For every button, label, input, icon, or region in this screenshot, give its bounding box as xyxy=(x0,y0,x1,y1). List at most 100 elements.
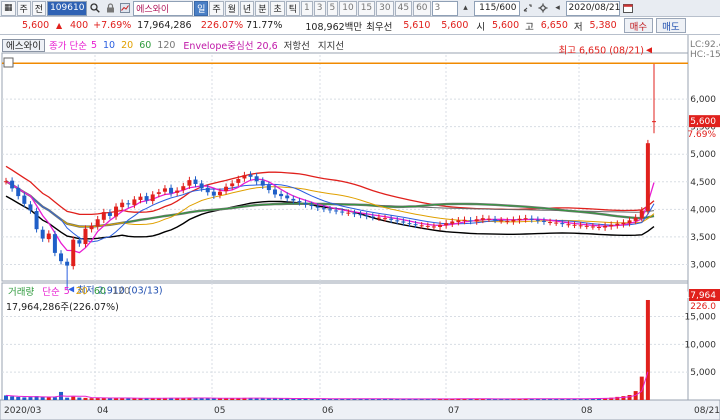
date-field[interactable]: 2020/08/21 xyxy=(565,0,620,16)
candle-body xyxy=(285,195,290,199)
price-legend: 에스와이 종가 단순 5 10 20 60 120 Envelope중심선 20… xyxy=(2,38,344,52)
volume-bar xyxy=(16,396,21,400)
volume-bar xyxy=(627,394,632,400)
trade-amount: 108,962백만 xyxy=(305,21,363,33)
candle-body xyxy=(59,253,64,262)
sell-button[interactable]: 매도 xyxy=(656,18,686,33)
candle-body xyxy=(383,218,388,220)
vol-ma120-legend[interactable]: 120 xyxy=(112,286,130,297)
calendar-icon[interactable] xyxy=(621,1,635,16)
interval-45[interactable]: 45 xyxy=(394,0,413,16)
ma10-legend[interactable]: 10 xyxy=(103,40,115,51)
interval-input[interactable]: 3 xyxy=(431,0,458,16)
count-display[interactable]: 115/600 xyxy=(473,0,520,16)
interval-spin-icon[interactable]: ▴ xyxy=(459,1,473,16)
candle-body xyxy=(248,174,253,177)
candle-body xyxy=(321,208,326,210)
stock-chart-window: ▦ 주 전 109610 에스와이 일 주 월 년 분 초 틱 1 3 5 10… xyxy=(0,0,720,420)
candle-body xyxy=(162,188,167,192)
candle-body xyxy=(548,222,553,224)
price-change: 400 xyxy=(70,20,89,31)
tab-minute[interactable]: 분 xyxy=(255,0,270,16)
interval-3[interactable]: 3 xyxy=(313,0,326,16)
time-tick-label: 07 xyxy=(448,406,459,416)
volume-bar xyxy=(4,395,8,400)
resistance-legend[interactable]: 저항선 xyxy=(284,38,310,52)
candle-body xyxy=(480,218,485,220)
ma-label[interactable]: 종가 단순 xyxy=(49,38,87,52)
candle-body xyxy=(132,199,137,205)
candle-body xyxy=(389,218,394,220)
scroll-left-icon[interactable]: ◂ xyxy=(551,1,565,16)
candle-body xyxy=(621,222,626,225)
candle-body xyxy=(193,179,198,184)
volume-tick-label: 5,000 xyxy=(690,368,716,378)
chart-area[interactable]: 6,000 5,500 5,000 4,500 4,000 3,500 3,000 15,00… xyxy=(0,35,720,420)
ma120-legend[interactable]: 120 xyxy=(157,40,175,51)
candle-body xyxy=(144,196,149,201)
interval-15[interactable]: 15 xyxy=(357,0,376,16)
settings-icon[interactable] xyxy=(536,1,550,16)
candle-body xyxy=(126,203,131,205)
open-price: 5,600 xyxy=(491,20,520,31)
tab-day[interactable]: 일 xyxy=(194,0,209,16)
volume-legend: 거래량 단순 5 20 60 120 17,964,286주(226.07%) xyxy=(6,284,130,314)
time-tick-label: 06 xyxy=(322,406,334,416)
candle-body xyxy=(52,234,57,253)
candle-body xyxy=(535,219,540,221)
envelope-legend[interactable]: Envelope중심선 20,6 xyxy=(183,38,277,52)
tab-week[interactable]: 주 xyxy=(209,0,224,16)
candle-body xyxy=(40,229,45,239)
price-tick-label: 3,000 xyxy=(690,260,716,270)
candle-body xyxy=(77,240,82,244)
interval-5[interactable]: 5 xyxy=(326,0,339,16)
candle-body xyxy=(101,212,106,220)
tab-second[interactable]: 초 xyxy=(270,0,285,16)
zoom-icon[interactable] xyxy=(521,1,535,16)
ma60-legend[interactable]: 60 xyxy=(139,40,151,51)
vol-ma20-legend[interactable]: 20 xyxy=(76,286,88,297)
candle-body xyxy=(254,176,259,182)
ma20-legend[interactable]: 20 xyxy=(121,40,133,51)
interval-10[interactable]: 10 xyxy=(339,0,357,16)
chart-menu-button[interactable]: ▦ xyxy=(1,0,16,16)
tab-tick[interactable]: 틱 xyxy=(285,0,301,16)
buy-button[interactable]: 매수 xyxy=(623,18,654,33)
vol-ma60-legend[interactable]: 60 xyxy=(94,286,106,297)
candle-body xyxy=(175,190,180,193)
candle-body xyxy=(468,220,473,222)
stock-name-box[interactable]: 에스와이 xyxy=(2,38,45,52)
candle-body xyxy=(438,224,443,227)
stock-type-button[interactable]: 주 xyxy=(16,0,31,16)
tab-month[interactable]: 월 xyxy=(224,0,239,16)
price-volume-chart[interactable]: 6,0005,5005,0004,5004,0003,5003,00015,00… xyxy=(0,35,720,420)
candle-body xyxy=(401,221,406,223)
best-ask: 5,610 xyxy=(403,20,431,31)
candle-body xyxy=(517,218,522,221)
open-label: 시 xyxy=(476,21,486,33)
ma5-legend[interactable]: 5 xyxy=(91,40,97,51)
candle-body xyxy=(95,219,100,227)
support-legend[interactable]: 지지선 xyxy=(318,38,344,52)
stock-code-input[interactable]: 109610 xyxy=(47,0,88,16)
candle-body xyxy=(16,187,21,197)
candle-body xyxy=(511,219,516,222)
candle-body xyxy=(328,209,332,211)
volume-label[interactable]: 거래량 xyxy=(8,284,34,298)
interval-1[interactable]: 1 xyxy=(301,0,313,16)
high-price: 6,650 xyxy=(540,20,568,31)
interval-30[interactable]: 30 xyxy=(376,0,394,16)
lock-icon[interactable] xyxy=(103,1,117,16)
search-icon[interactable] xyxy=(88,1,102,16)
tab-year[interactable]: 년 xyxy=(239,0,255,16)
candle-body xyxy=(444,223,449,226)
market-all-button[interactable]: 전 xyxy=(31,0,47,16)
chart-small-icon[interactable] xyxy=(118,1,132,16)
volume-ma-label[interactable]: 단순 xyxy=(42,284,59,298)
vol-ma5-legend[interactable]: 5 xyxy=(64,286,70,297)
candle-body xyxy=(315,206,320,208)
price-tick-label: 6,000 xyxy=(690,95,716,105)
interval-60[interactable]: 60 xyxy=(413,0,431,16)
stock-name-field[interactable]: 에스와이 xyxy=(133,0,194,16)
candle-body xyxy=(486,218,491,220)
